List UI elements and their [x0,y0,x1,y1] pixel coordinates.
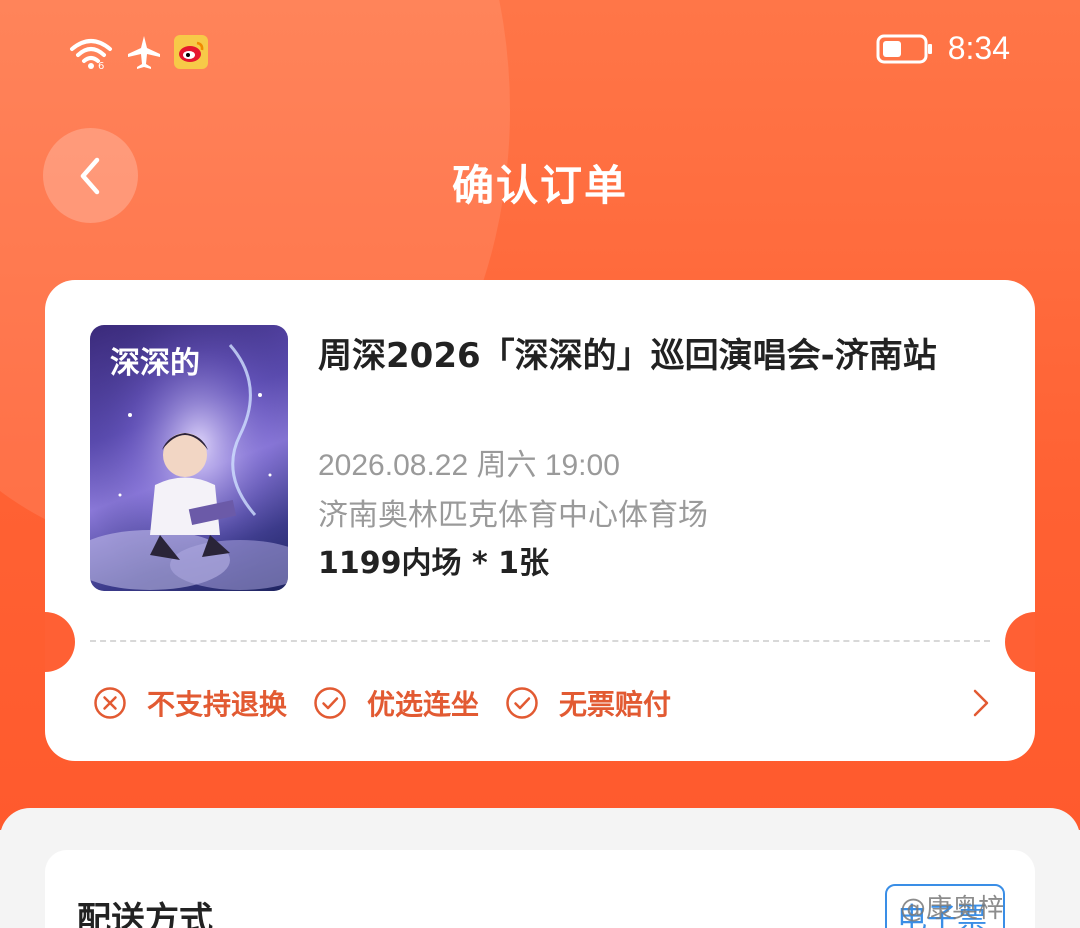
poster-title: 深深的 [110,346,200,381]
policy-no-refund: 不支持退换 [93,683,287,723]
svg-text:6: 6 [98,61,104,69]
policy-label: 无票赔付 [559,688,672,721]
policy-label: 不支持退换 [147,688,288,721]
status-right: 8:34 [876,30,1010,67]
watermark: @康奥梓 [900,894,1005,924]
event-poster[interactable]: 深深的 [90,325,288,591]
event-title: 周深2026「深深的」巡回演唱会-济南站 [318,336,937,376]
poster-art: 深深的 [90,325,288,591]
event-venue: 济南奥林匹克体育中心体育场 [318,498,708,533]
status-left-icons: 6 [68,34,208,70]
status-bar: 6 8:34 [0,0,1080,100]
policy-compensation: 无票赔付 [505,683,671,723]
chevron-right-icon[interactable] [969,686,993,720]
delivery-card[interactable]: 配送方式 电子票 [45,850,1035,928]
circle-check-icon [314,687,346,719]
policy-seats-together: 优选连坐 [313,683,479,723]
ticket-summary: 1199内场 * 1张 [318,546,549,581]
clock: 8:34 [947,30,1010,66]
airplane-icon [128,36,160,69]
circle-x-icon [94,687,126,719]
delivery-title: 配送方式 [77,900,213,928]
wifi-icon: 6 [70,39,112,69]
policy-row[interactable]: 不支持退换 优选连坐 无票赔付 [93,680,993,726]
policy-label: 优选连坐 [367,688,480,721]
order-card[interactable]: 深深的 周深2026「深深的」巡回演唱会-济南站 2026.08.22 周六 1… [45,280,1035,761]
page-title: 确认订单 [451,161,628,210]
circle-check-icon [506,687,538,719]
ticket-notch-right [1005,612,1035,672]
ticket-divider [90,640,990,642]
battery-icon [876,34,932,63]
weibo-icon [174,35,208,69]
event-datetime: 2026.08.22 周六 19:00 [318,449,620,482]
ticket-notch-left [45,612,75,672]
